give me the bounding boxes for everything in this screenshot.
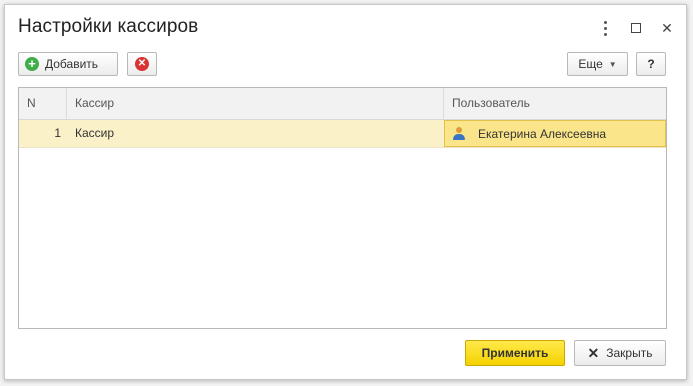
- window-title: Настройки кассиров: [18, 16, 199, 37]
- user-name: Екатерина Алексеевна: [478, 126, 607, 141]
- column-divider: [443, 88, 444, 119]
- column-header-n[interactable]: N: [27, 88, 36, 119]
- close-button-label: Закрыть: [606, 346, 653, 360]
- close-icon: ✕: [587, 344, 600, 361]
- add-button[interactable]: + Добавить: [18, 52, 118, 76]
- cashier-cell[interactable]: Кассир: [75, 120, 114, 147]
- user-icon: [452, 126, 466, 141]
- maximize-icon[interactable]: [627, 19, 645, 37]
- close-button[interactable]: ✕ Закрыть: [574, 340, 666, 366]
- column-divider: [66, 88, 67, 119]
- delete-circle-icon: ✕: [135, 57, 149, 71]
- more-button-label: Еще: [578, 57, 603, 71]
- table-row[interactable]: 1 Кассир Екатерина Алексеевна: [19, 120, 666, 148]
- close-window-icon[interactable]: ✕: [658, 19, 676, 37]
- row-number: 1: [54, 126, 61, 140]
- column-header-cashier[interactable]: Кассир: [75, 88, 114, 119]
- column-header-user[interactable]: Пользователь: [452, 88, 530, 119]
- more-actions-icon[interactable]: [596, 19, 614, 37]
- settings-window: Настройки кассиров ✕ + Добавить ✕ Еще ▼ …: [4, 4, 687, 380]
- more-button[interactable]: Еще ▼: [567, 52, 628, 76]
- chevron-down-icon: ▼: [608, 59, 617, 69]
- apply-button[interactable]: Применить: [465, 340, 565, 366]
- help-button[interactable]: ?: [636, 52, 666, 76]
- table-header: N Кассир Пользователь: [19, 88, 666, 120]
- plus-circle-icon: +: [25, 57, 39, 71]
- delete-button[interactable]: ✕: [127, 52, 157, 76]
- cashiers-table[interactable]: N Кассир Пользователь 1 Кассир Екатерина…: [18, 87, 667, 329]
- add-button-label: Добавить: [45, 57, 99, 71]
- user-cell[interactable]: Екатерина Алексеевна: [444, 120, 666, 147]
